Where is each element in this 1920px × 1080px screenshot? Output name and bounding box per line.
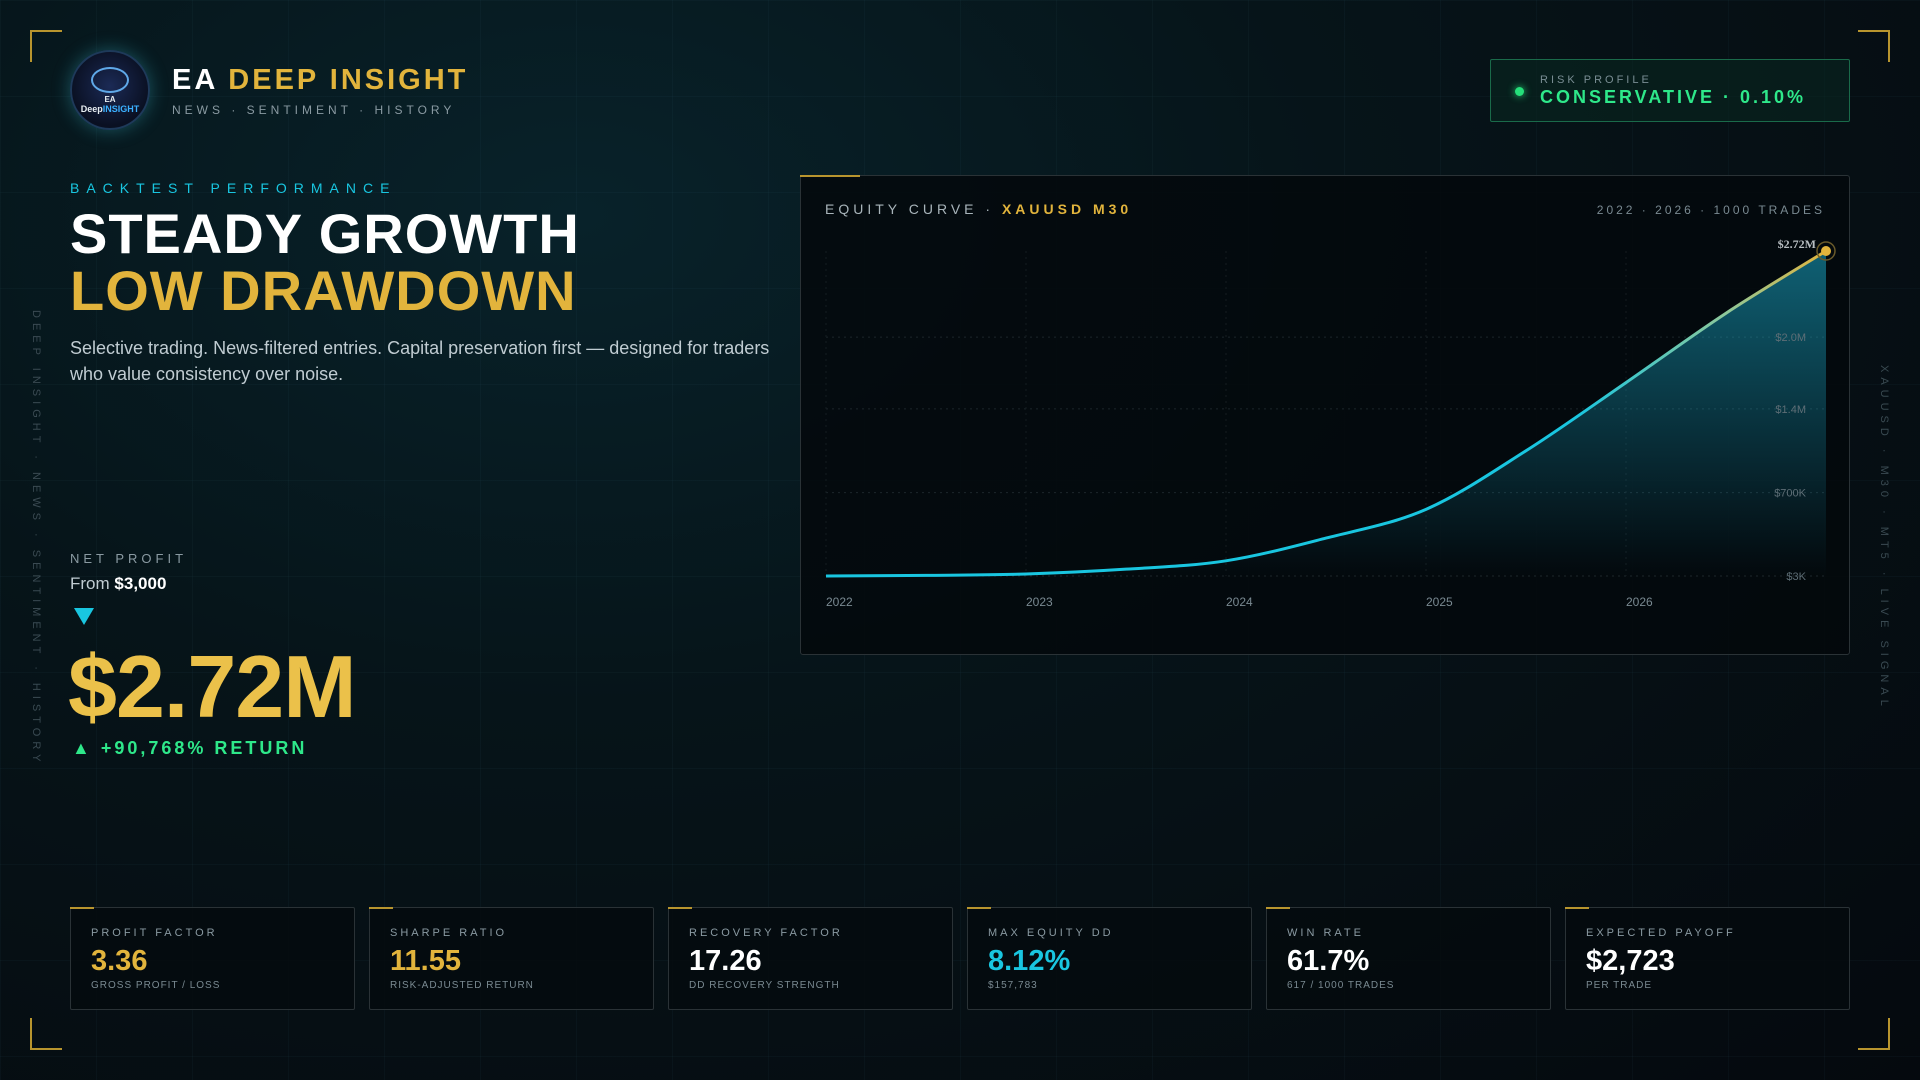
side-caption-right: XAUUSD · M30 · MT5 · LIVE SIGNAL xyxy=(1878,365,1890,711)
net-profit-from-value: $3,000 xyxy=(114,574,167,593)
stat-accent xyxy=(1266,907,1290,909)
headline-line-2: LOW DRAWDOWN xyxy=(70,259,577,322)
stat-card-win-rate: WIN RATE 61.7% 617 / 1000 TRADES xyxy=(1266,907,1551,1010)
x-tick-label: 2022 xyxy=(826,595,853,609)
risk-profile-label: RISK PROFILE xyxy=(1540,74,1652,86)
headline-line-1: STEADY GROWTH xyxy=(70,202,580,265)
x-tick-label: 2023 xyxy=(1026,595,1053,609)
x-tick-label: 2026 xyxy=(1626,595,1653,609)
stat-label: EXPECTED PAYOFF xyxy=(1586,927,1736,939)
stat-sub: $157,783 xyxy=(988,980,1038,991)
end-point-label: $2.72M xyxy=(1778,237,1816,251)
stat-accent xyxy=(1565,907,1589,909)
arrow-down-icon xyxy=(74,608,94,625)
stat-value: 61.7% xyxy=(1287,945,1370,977)
stat-accent xyxy=(70,907,94,909)
logo-globe-icon xyxy=(91,66,129,93)
y-tick-label: $700K xyxy=(1774,488,1806,500)
stat-accent xyxy=(668,907,692,909)
y-tick-label: $3K xyxy=(1786,571,1806,583)
stat-sub: 617 / 1000 TRADES xyxy=(1287,980,1395,991)
y-tick-label: $1.4M xyxy=(1775,404,1806,416)
stat-value: 11.55 xyxy=(390,945,461,977)
stat-accent xyxy=(967,907,991,909)
stat-value: 17.26 xyxy=(689,945,762,977)
logo-name-insight: INSIGHT xyxy=(102,103,140,114)
stat-sub: PER TRADE xyxy=(1586,980,1653,991)
logo-name-text: DeepINSIGHT xyxy=(81,104,140,114)
stat-accent xyxy=(369,907,393,909)
stat-value: 8.12% xyxy=(988,945,1071,977)
stat-card-max-equity-dd: MAX EQUITY DD 8.12% $157,783 xyxy=(967,907,1252,1010)
brand-title: EA DEEP INSIGHT xyxy=(172,64,468,97)
logo-name-deep: Deep xyxy=(80,103,103,114)
end-point-marker xyxy=(1821,246,1831,256)
hero-description: Selective trading. News-filtered entries… xyxy=(70,338,770,384)
net-profit-from: From $3,000 xyxy=(70,574,166,594)
risk-profile-value: CONSERVATIVE · 0.10% xyxy=(1540,87,1807,107)
equity-curve-panel: EQUITY CURVE · XAUUSD M30 2022 · 2026 · … xyxy=(800,175,1850,655)
stat-sub: GROSS PROFIT / LOSS xyxy=(91,980,221,991)
stat-sub: RISK-ADJUSTED RETURN xyxy=(390,980,534,991)
corner-bracket-bottom-left xyxy=(30,1018,62,1050)
stat-card-sharpe-ratio: SHARPE RATIO 11.55 RISK-ADJUSTED RETURN xyxy=(369,907,654,1010)
stat-card-profit-factor: PROFIT FACTOR 3.36 GROSS PROFIT / LOSS xyxy=(70,907,355,1010)
brand-highlight: DEEP INSIGHT xyxy=(228,64,469,96)
stat-card-recovery-factor: RECOVERY FACTOR 17.26 DD RECOVERY STRENG… xyxy=(668,907,953,1010)
stat-label: MAX EQUITY DD xyxy=(988,927,1114,939)
net-profit-return: ▲ +90,768% RETURN xyxy=(72,738,308,758)
brand-prefix: EA xyxy=(172,64,218,96)
brand-subtitle: NEWS · SENTIMENT · HISTORY xyxy=(172,103,456,117)
net-profit-value: $2.72M xyxy=(68,637,357,736)
corner-bracket-bottom-right xyxy=(1858,1018,1890,1050)
net-profit-from-prefix: From xyxy=(70,574,110,593)
stat-sub: DD RECOVERY STRENGTH xyxy=(689,980,840,991)
logo-ea-text: EA xyxy=(104,94,116,104)
corner-bracket-top-right xyxy=(1858,30,1890,62)
net-profit-label: NET PROFIT xyxy=(70,551,188,566)
stat-value: $2,723 xyxy=(1586,945,1675,977)
equity-area xyxy=(826,251,1826,576)
side-caption-left: DEEP INSIGHT · NEWS · SENTIMENT · HISTOR… xyxy=(30,310,42,767)
corner-bracket-top-left xyxy=(30,30,62,62)
equity-curve-chart: $2.72M $3K $700K $1.4M $2.0M 2022 2023 2024 2025… xyxy=(825,237,1836,609)
stat-label: RECOVERY FACTOR xyxy=(689,927,843,939)
stat-value: 3.36 xyxy=(91,945,148,977)
status-dot-icon xyxy=(1515,87,1524,96)
brand-block: EA DEEP INSIGHT NEWS · SENTIMENT · HISTO… xyxy=(172,64,468,117)
section-kicker: BACKTEST PERFORMANCE xyxy=(70,180,397,196)
hero-headline: STEADY GROWTH LOW DRAWDOWN xyxy=(70,205,580,319)
stat-label: SHARPE RATIO xyxy=(390,927,508,939)
brand-logo: EA DeepINSIGHT xyxy=(70,50,150,130)
stat-label: WIN RATE xyxy=(1287,927,1364,939)
x-tick-label: 2025 xyxy=(1426,595,1453,609)
risk-profile-badge: RISK PROFILE CONSERVATIVE · 0.10% xyxy=(1490,59,1850,122)
x-tick-label: 2024 xyxy=(1226,595,1253,609)
stat-card-expected-payoff: EXPECTED PAYOFF $2,723 PER TRADE xyxy=(1565,907,1850,1010)
stat-label: PROFIT FACTOR xyxy=(91,927,218,939)
y-tick-label: $2.0M xyxy=(1775,332,1806,344)
